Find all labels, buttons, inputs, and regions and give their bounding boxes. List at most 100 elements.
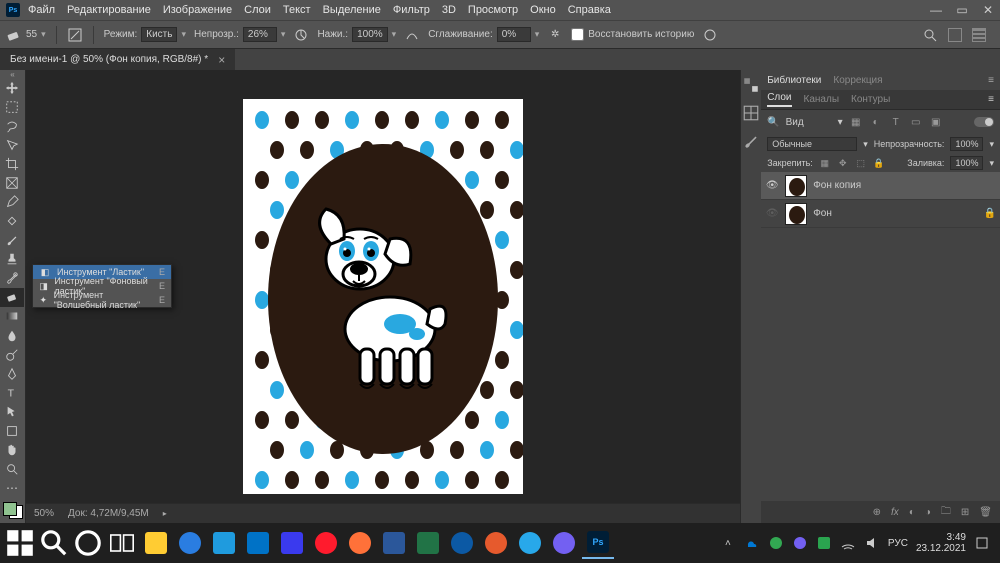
filter-adjust-icon[interactable]: ◐	[869, 115, 883, 129]
flow-dropdown-icon[interactable]: ▾	[392, 29, 397, 40]
menu-type[interactable]: Текст	[283, 4, 311, 16]
tray-clock[interactable]: 3:49 23.12.2021	[916, 532, 966, 554]
toolbar-collapse-icon[interactable]: «	[0, 70, 25, 78]
filter-kind-select[interactable]: Вид	[786, 117, 832, 128]
fill-dd-icon[interactable]: ▾	[989, 158, 994, 169]
fill-field[interactable]: 100%	[950, 156, 983, 170]
mode-select[interactable]: Кисть	[141, 27, 177, 42]
workspace-icon[interactable]	[972, 28, 986, 42]
tray-generic-icon[interactable]	[768, 535, 784, 551]
tab-libraries[interactable]: Библиотеки	[767, 75, 821, 86]
smoothing-options-icon[interactable]: ✲	[547, 27, 563, 43]
pressure-opacity-icon[interactable]	[293, 27, 309, 43]
search-icon[interactable]	[922, 27, 938, 43]
share-icon[interactable]	[948, 28, 962, 42]
color-swatches[interactable]	[3, 502, 23, 519]
opacity-dropdown-icon[interactable]: ▾	[281, 29, 286, 40]
taskbar-app-ie[interactable]	[174, 527, 206, 559]
move-tool[interactable]	[0, 78, 24, 97]
taskbar-app-generic2[interactable]	[480, 527, 512, 559]
layer-thumbnail[interactable]	[785, 203, 807, 225]
status-caret-icon[interactable]: ▸	[163, 509, 167, 518]
smoothing-field[interactable]: 0%	[497, 27, 531, 42]
brush-size-dropdown-icon[interactable]: ▾	[41, 29, 46, 40]
eraser-preset-icon[interactable]	[6, 27, 22, 43]
document-tab[interactable]: Без имени-1 @ 50% (Фон копия, RGB/8#) * …	[0, 49, 235, 71]
healing-tool[interactable]	[0, 212, 24, 231]
menu-3d[interactable]: 3D	[442, 4, 456, 16]
taskbar-app-firefox[interactable]	[344, 527, 376, 559]
frame-tool[interactable]	[0, 173, 24, 192]
new-layer-icon[interactable]: ⊞	[961, 507, 969, 518]
swatches-panel-icon[interactable]	[742, 104, 760, 122]
edit-toolbar[interactable]: ⋯	[0, 479, 24, 498]
taskbar-app-telegram[interactable]	[514, 527, 546, 559]
opacity-field[interactable]: 26%	[243, 27, 277, 42]
tab-channels[interactable]: Каналы	[804, 94, 840, 105]
flyout-magic-eraser[interactable]: ✦ Инструмент "Волшебный ластик" E	[33, 293, 171, 307]
brush-size[interactable]: 55	[26, 29, 37, 40]
airbrush-icon[interactable]	[404, 27, 420, 43]
stamp-tool[interactable]	[0, 250, 24, 269]
mode-dropdown-icon[interactable]: ▾	[181, 29, 186, 40]
filter-pixel-icon[interactable]: ▦	[849, 115, 863, 129]
adjustment-layer-icon[interactable]: ◑	[925, 507, 931, 518]
blend-dropdown-icon[interactable]: ▾	[863, 139, 868, 150]
panel-menu-icon[interactable]: ≡	[988, 75, 994, 86]
layer-name[interactable]: Фон	[813, 208, 832, 219]
tab-layers[interactable]: Слои	[767, 92, 791, 107]
crop-tool[interactable]	[0, 154, 24, 173]
window-restore-icon[interactable]: ▭	[956, 3, 968, 17]
tab-corrections[interactable]: Коррекция	[833, 75, 882, 86]
menu-select[interactable]: Выделение	[323, 4, 381, 16]
filter-kind-icon[interactable]: 🔍	[767, 117, 779, 128]
tray-language[interactable]: РУС	[888, 538, 908, 549]
menu-window[interactable]: Окно	[530, 4, 556, 16]
layer-thumbnail[interactable]	[785, 175, 807, 197]
gradient-tool[interactable]	[0, 307, 24, 326]
taskbar-app-edge[interactable]	[446, 527, 478, 559]
taskbar-app-mail[interactable]	[242, 527, 274, 559]
blur-tool[interactable]	[0, 326, 24, 345]
marquee-tool[interactable]	[0, 97, 24, 116]
start-button[interactable]	[4, 527, 36, 559]
tray-notifications-icon[interactable]	[974, 535, 990, 551]
layer-row[interactable]: 👁 Фон копия	[761, 172, 1000, 200]
tray-onedrive-icon[interactable]	[744, 535, 760, 551]
tray-antivirus-icon[interactable]	[816, 535, 832, 551]
restore-history-checkbox[interactable]	[571, 28, 584, 41]
taskbar-app-viber[interactable]	[548, 527, 580, 559]
filter-smart-icon[interactable]: ▣	[929, 115, 943, 129]
eyedropper-tool[interactable]	[0, 192, 24, 211]
shape-tool[interactable]	[0, 421, 24, 440]
taskbar-app-generic1[interactable]	[276, 527, 308, 559]
filter-type-icon[interactable]: T	[889, 115, 903, 129]
menu-image[interactable]: Изображение	[163, 4, 232, 16]
color-panel-icon[interactable]	[742, 76, 760, 94]
menu-filter[interactable]: Фильтр	[393, 4, 430, 16]
menu-edit[interactable]: Редактирование	[67, 4, 151, 16]
menu-help[interactable]: Справка	[568, 4, 611, 16]
taskbar-app-store[interactable]	[208, 527, 240, 559]
layers-panel-menu-icon[interactable]: ≡	[988, 94, 994, 105]
tab-paths[interactable]: Контуры	[851, 94, 890, 105]
opacity-dd-icon[interactable]: ▾	[989, 139, 994, 150]
lasso-tool[interactable]	[0, 116, 24, 135]
taskbar-app-word[interactable]	[378, 527, 410, 559]
quick-select-tool[interactable]	[0, 135, 24, 154]
menu-layer[interactable]: Слои	[244, 4, 271, 16]
zoom-tool[interactable]	[0, 460, 24, 479]
menu-view[interactable]: Просмотр	[468, 4, 518, 16]
brushes-panel-icon[interactable]	[742, 132, 760, 150]
document-tab-close-icon[interactable]: ×	[218, 53, 225, 67]
hand-tool[interactable]	[0, 440, 24, 459]
layer-mask-icon[interactable]: ◐	[909, 507, 915, 518]
brush-panel-icon[interactable]	[67, 27, 83, 43]
layer-name[interactable]: Фон копия	[813, 180, 861, 191]
smoothing-dropdown-icon[interactable]: ▾	[535, 29, 540, 40]
eraser-tool[interactable]	[0, 288, 24, 307]
window-minimize-icon[interactable]: —	[930, 3, 942, 17]
link-layers-icon[interactable]: ⊕	[873, 507, 881, 518]
dodge-tool[interactable]	[0, 345, 24, 364]
layer-fx-icon[interactable]: fx	[891, 507, 899, 518]
